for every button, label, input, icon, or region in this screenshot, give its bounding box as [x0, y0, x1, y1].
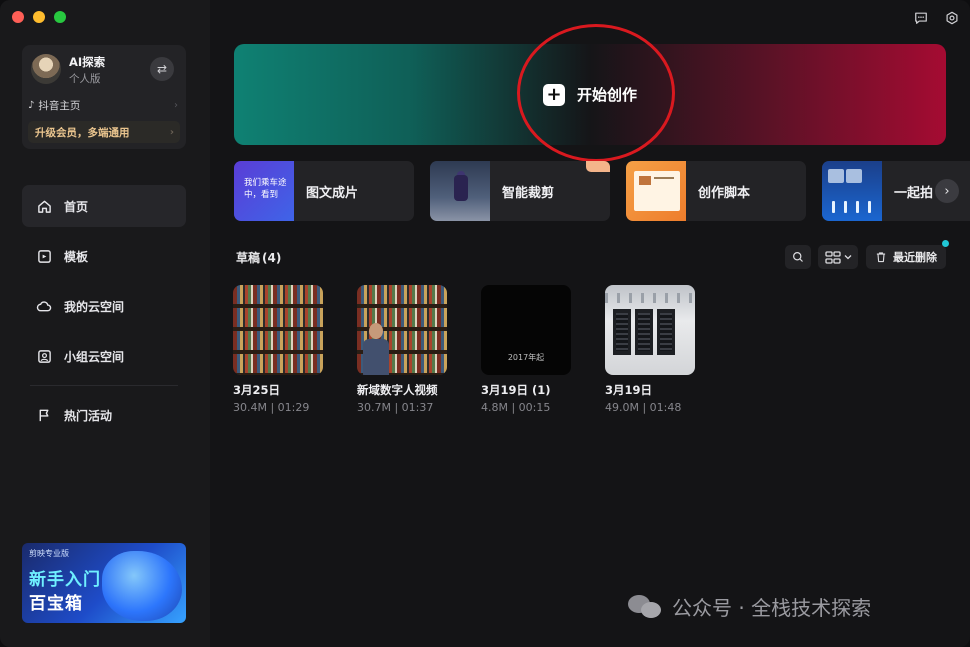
feature-label: 创作脚本 [698, 185, 751, 201]
watermark: 公众号 · 全栈技术探索 [628, 592, 871, 621]
profile-name: AI探索 [69, 55, 106, 69]
promo-logo: 剪映专业版 [29, 549, 69, 558]
draft-meta: 4.8M | 00:15 [481, 401, 551, 414]
search-icon [793, 252, 803, 262]
start-creating-label: 开始创作 [576, 86, 637, 104]
drafts-count: (4) [262, 251, 282, 265]
plus-icon: + [542, 83, 565, 106]
draft-name: 3月19日 (1) [481, 383, 551, 397]
sidebar-item-label: 我的云空间 [64, 299, 125, 314]
feature-thumbnail [430, 161, 490, 221]
feature-text-to-video[interactable]: 我们乘车途中，看到 图文成片 [234, 161, 414, 221]
switch-account-button[interactable]: ⇄ [150, 57, 174, 81]
draft-name: 3月19日 [605, 383, 653, 397]
close-window-button[interactable] [12, 11, 24, 23]
profile-card: AI探索 个人版 ⇄ ♪ 抖音主页 › 升级会员，多端通用 › [22, 45, 186, 149]
feature-script[interactable]: 创作脚本 [626, 161, 806, 221]
nav-divider [30, 385, 178, 386]
draft-thumbnail: 2017年起 [481, 285, 571, 375]
sidebar-item-label: 首页 [64, 199, 89, 214]
sidebar-nav: 首页 模板 我的云空间 小组云空间 热门活动 [22, 185, 186, 444]
draft-thumbnail [605, 285, 695, 375]
recently-deleted-label: 最近删除 [893, 251, 937, 264]
beginner-promo-banner[interactable]: 剪映专业版 新手入门 百宝箱 [22, 543, 186, 623]
douyin-icon: ♪ [28, 99, 35, 111]
upgrade-label: 升级会员，多端通用 [35, 126, 130, 139]
notification-dot [942, 240, 949, 247]
window-controls [12, 11, 66, 23]
feature-thumbnail-text: 我们乘车途中，看到 [244, 178, 287, 200]
draft-meta: 49.0M | 01:48 [605, 401, 682, 414]
watermark-text: 公众号 · 全栈技术探索 [672, 596, 872, 620]
douyin-homepage-link[interactable]: ♪ 抖音主页 › [28, 97, 178, 113]
draft-meta: 30.4M | 01:29 [233, 401, 310, 414]
sidebar-item-home[interactable]: 首页 [22, 185, 186, 227]
sidebar-item-my-cloud[interactable]: 我的云空间 [22, 285, 186, 327]
draft-thumbnail [357, 285, 447, 375]
sidebar-item-events[interactable]: 热门活动 [22, 394, 186, 436]
top-toolbar [913, 10, 960, 26]
sidebar: AI探索 个人版 ⇄ ♪ 抖音主页 › 升级会员，多端通用 › 首页 模板 我的… [0, 0, 210, 647]
draft-card[interactable]: 2017年起 3月19日 (1) 4.8M | 00:15 [481, 285, 581, 414]
chevron-right-icon: › [944, 183, 950, 199]
profile-subtitle: 个人版 [69, 73, 101, 85]
swap-icon: ⇄ [156, 62, 168, 76]
avatar[interactable] [31, 54, 61, 84]
sidebar-item-label: 小组云空间 [64, 349, 125, 364]
thumbnail-caption: 2017年起 [507, 353, 545, 362]
promo-title-line2: 百宝箱 [29, 594, 83, 614]
sidebar-item-templates[interactable]: 模板 [22, 235, 186, 277]
promo-title-line1: 新手入门 [29, 570, 101, 590]
maximize-window-button[interactable] [54, 11, 66, 23]
sidebar-item-team-cloud[interactable]: 小组云空间 [22, 335, 186, 377]
feature-thumbnail [626, 161, 686, 221]
chevron-right-icon: › [169, 126, 174, 138]
douyin-label: 抖音主页 [38, 99, 81, 112]
promo-graphic [102, 551, 182, 621]
drafts-heading: 草稿 (4) [234, 249, 281, 266]
feature-label: 一起拍 [894, 185, 934, 201]
draft-meta: 30.7M | 01:37 [357, 401, 434, 414]
view-mode-toggle[interactable] [818, 245, 858, 269]
drafts-title: 草稿 [236, 251, 261, 265]
presenter-figure [361, 323, 391, 375]
grid-view-icon [824, 250, 841, 264]
feature-label: 智能裁剪 [502, 185, 555, 201]
draft-name: 新域数字人视频 [357, 383, 438, 397]
wechat-icon [628, 593, 664, 621]
upgrade-membership-button[interactable]: 升级会员，多端通用 › [28, 121, 180, 143]
sidebar-item-label: 热门活动 [64, 408, 113, 423]
draft-card[interactable]: 新域数字人视频 30.7M | 01:37 [357, 285, 457, 414]
feature-label: 图文成片 [306, 185, 359, 201]
recently-deleted-button[interactable]: 最近删除 [866, 245, 946, 269]
new-badge [586, 161, 610, 172]
home-icon [36, 198, 52, 214]
app-window: AI探索 个人版 ⇄ ♪ 抖音主页 › 升级会员，多端通用 › 首页 模板 我的… [0, 0, 970, 647]
trash-icon [876, 252, 886, 263]
draft-card[interactable]: 3月25日 30.4M | 01:29 [233, 285, 333, 414]
draft-card[interactable]: 3月19日 49.0M | 01:48 [605, 285, 705, 414]
start-creating-button[interactable]: + 开始创作 [234, 44, 946, 145]
chevron-right-icon: › [174, 99, 178, 111]
feedback-icon[interactable] [913, 10, 929, 26]
scroll-right-button[interactable]: › [935, 179, 959, 203]
cloud-icon [36, 298, 52, 314]
draft-thumbnail [233, 285, 323, 375]
sidebar-item-label: 模板 [64, 249, 89, 264]
feature-smart-crop[interactable]: 智能裁剪 [430, 161, 610, 221]
settings-icon[interactable] [944, 10, 960, 26]
template-icon [36, 248, 52, 264]
start-creating-content: + 开始创作 [542, 83, 637, 106]
feature-thumbnail: 我们乘车途中，看到 [234, 161, 294, 221]
chevron-down-icon [844, 255, 851, 260]
flag-icon [36, 407, 52, 423]
search-drafts-button[interactable] [785, 245, 811, 269]
team-cloud-icon [36, 348, 52, 364]
draft-name: 3月25日 [233, 383, 281, 397]
feature-thumbnail [822, 161, 882, 221]
minimize-window-button[interactable] [33, 11, 45, 23]
